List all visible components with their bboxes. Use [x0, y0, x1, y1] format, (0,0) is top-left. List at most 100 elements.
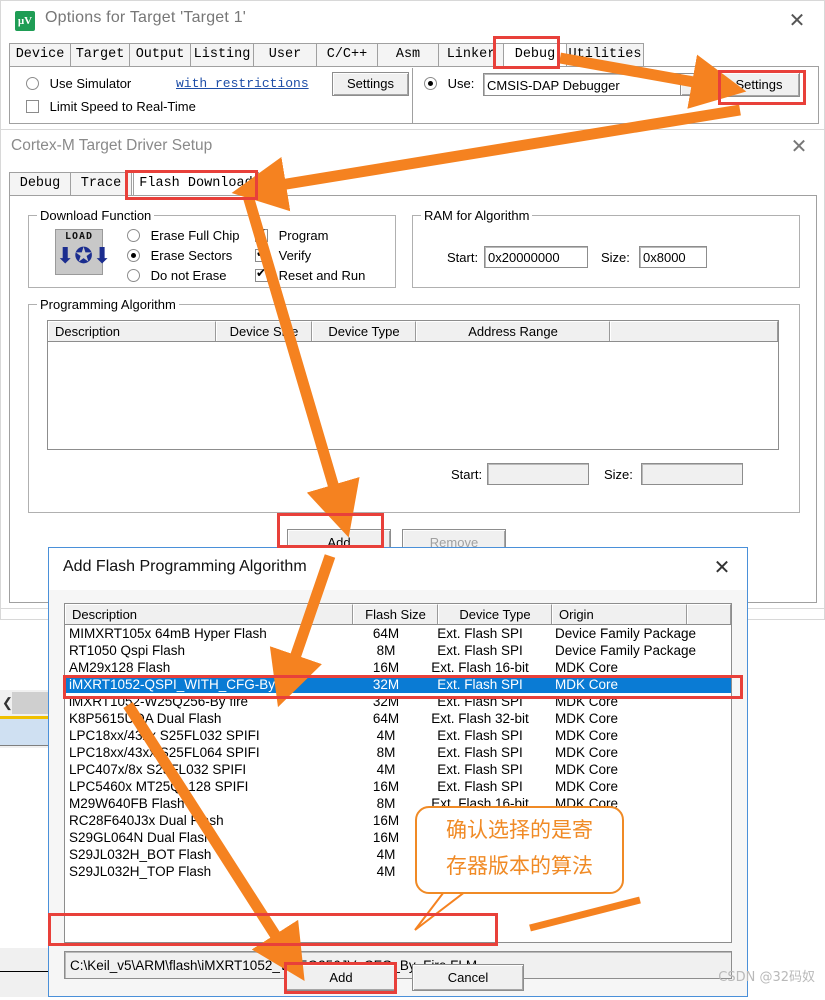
flash-algorithm-row[interactable]: iMXRT1052-QSPI_WITH_CFG-By fire 32M Ext. F… — [65, 676, 731, 693]
row-description: RC28F640J3x Dual Flash — [69, 813, 224, 828]
row-device-type: Ext. Flash SPI — [437, 694, 523, 709]
do-not-erase-label: Do not Erase — [150, 268, 227, 283]
program-checkbox[interactable] — [255, 226, 268, 242]
tab-device[interactable]: Device — [9, 43, 71, 67]
limit-speed-row[interactable]: Limit Speed to Real-Time — [26, 99, 196, 114]
tab-utilities[interactable]: Utilities — [566, 43, 644, 67]
erase-sectors-row[interactable]: Erase Sectors — [127, 248, 232, 263]
close-icon[interactable]: ✕ — [786, 134, 812, 160]
debugger-settings-button[interactable]: Settings — [718, 72, 800, 97]
flash-algorithm-row[interactable]: LPC18xx/43xx S25FL032 SPIFI 4M Ext. Flash … — [65, 727, 731, 744]
flash-algorithm-row[interactable]: LPC18xx/43xx S25FL064 SPIFI 8M Ext. Flash … — [65, 744, 731, 761]
flash-algorithm-row[interactable]: S29GL064N Dual Flash 16M — [65, 829, 731, 846]
column-device-type[interactable]: Device Type — [312, 321, 416, 341]
ram-size-value: 0x8000 — [643, 250, 686, 265]
column-device-type[interactable]: Device Type — [438, 604, 552, 624]
background-tab[interactable] — [12, 692, 52, 714]
flm-path-input[interactable]: C:\Keil_v5\ARM\flash\iMXRT1052_W25Q256JV… — [64, 951, 732, 979]
tab-trace[interactable]: Trace — [70, 172, 132, 196]
tab-asm[interactable]: Asm — [377, 43, 439, 67]
options-tab-strip: Device Target Output Listing User C/C++ … — [9, 43, 819, 67]
reset-and-run-checkbox[interactable] — [255, 266, 268, 282]
column-address-range[interactable]: Address Range — [416, 321, 610, 341]
limit-speed-checkbox[interactable] — [26, 100, 39, 113]
verify-row[interactable]: Verify — [255, 246, 311, 263]
background-editor-area — [0, 748, 52, 948]
flash-algorithm-row[interactable]: K8P5615UQA Dual Flash 64M Ext. Flash 32-bi… — [65, 710, 731, 727]
row-description: iMXRT1052-W25Q256-By fire — [69, 694, 249, 709]
add-button[interactable]: Add — [285, 964, 397, 991]
erase-full-chip-radio[interactable] — [127, 229, 140, 242]
row-origin: Device Family Package — [555, 643, 697, 658]
use-simulator-radio[interactable] — [26, 77, 39, 90]
row-origin: MDK Core — [555, 728, 619, 743]
row-flash-size: 32M — [372, 694, 400, 709]
debugger-select[interactable]: CMSIS-DAP Debugger — [483, 73, 701, 96]
reset-and-run-row[interactable]: Reset and Run — [255, 266, 365, 283]
with-restrictions-link[interactable]: with restrictions — [176, 76, 309, 91]
algo-size-input[interactable] — [641, 463, 743, 485]
flash-algorithm-listview[interactable]: Description Flash Size Device Type Origi… — [64, 603, 732, 943]
add-flash-dialog-title: Add Flash Programming Algorithm — [63, 558, 307, 575]
flash-algorithm-row[interactable]: RT1050 Qspi Flash 8M Ext. Flash SPI Device … — [65, 642, 731, 659]
flash-algorithm-row[interactable]: LPC5460x MT25QL128 SPIFI 16M Ext. Flash SP… — [65, 778, 731, 795]
programming-algorithm-legend: Programming Algorithm — [37, 297, 179, 312]
flash-algorithm-row[interactable]: S29JL032H_BOT Flash 4M — [65, 846, 731, 863]
column-origin[interactable]: Origin — [552, 604, 687, 624]
csdn-watermark: CSDN @32码奴 — [718, 970, 815, 985]
limit-speed-label: Limit Speed to Real-Time — [49, 99, 196, 114]
flash-algorithm-row[interactable]: RC28F640J3x Dual Flash 16M — [65, 812, 731, 829]
tab-listing[interactable]: Listing — [190, 43, 254, 67]
ram-for-algorithm-group: RAM for Algorithm Start: 0x20000000 Size… — [412, 208, 800, 288]
tab-c-cpp[interactable]: C/C++ — [316, 43, 378, 67]
flash-algorithm-row[interactable]: S29JL032H_TOP Flash 4M — [65, 863, 731, 880]
column-device-size[interactable]: Device Size — [216, 321, 312, 341]
erase-full-chip-row[interactable]: Erase Full Chip — [127, 228, 240, 243]
ram-start-input[interactable]: 0x20000000 — [484, 246, 588, 268]
close-icon[interactable]: ✕ — [784, 8, 810, 34]
ram-start-label: Start: — [447, 250, 479, 265]
verify-checkbox[interactable] — [255, 246, 268, 262]
close-icon[interactable]: ✕ — [709, 555, 735, 581]
row-flash-size: 8M — [376, 745, 396, 760]
flash-algorithm-row[interactable]: AM29x128 Flash 16M Ext. Flash 16-bit MDK Co… — [65, 659, 731, 676]
tab-debug[interactable]: Debug — [503, 43, 567, 67]
tab-output[interactable]: Output — [129, 43, 191, 67]
use-debugger-row[interactable]: Use: — [424, 76, 474, 91]
flash-algorithm-row[interactable]: iMXRT1052-W25Q256-By fire 32M Ext. Flash S… — [65, 693, 731, 710]
row-origin: MDK Core — [555, 762, 619, 777]
flash-download-panel: Download Function LOAD ⬇✪⬇ Erase Full Ch… — [9, 195, 817, 603]
listview-header: Description Device Size Device Type Addr… — [48, 321, 778, 342]
tab-flash-download[interactable]: Flash Download — [133, 172, 259, 196]
download-function-legend: Download Function — [37, 208, 155, 223]
program-row[interactable]: Program — [255, 226, 328, 243]
tab-linker[interactable]: Linker — [438, 43, 504, 67]
programming-algorithm-listview[interactable]: Description Device Size Device Type Addr… — [47, 320, 779, 450]
column-description[interactable]: Description — [65, 604, 353, 624]
column-spacer[interactable] — [687, 604, 731, 624]
do-not-erase-radio[interactable] — [127, 269, 140, 282]
programming-algorithm-group: Programming Algorithm Description Device… — [28, 297, 800, 513]
algo-start-label: Start: — [451, 467, 483, 482]
use-simulator-row[interactable]: Use Simulator — [26, 76, 131, 91]
erase-sectors-radio[interactable] — [127, 249, 140, 262]
column-description[interactable]: Description — [48, 321, 216, 341]
use-debugger-radio[interactable] — [424, 77, 437, 90]
column-spacer[interactable] — [610, 321, 778, 341]
tab-debug[interactable]: Debug — [9, 172, 71, 196]
flash-algorithm-row[interactable]: LPC407x/8x S25FL032 SPIFI 4M Ext. Flash SP… — [65, 761, 731, 778]
row-device-type: Ext. Flash SPI — [437, 779, 523, 794]
ram-size-input[interactable]: 0x8000 — [639, 246, 707, 268]
cancel-button[interactable]: Cancel — [412, 964, 524, 991]
chevron-down-icon[interactable]: ▼ — [680, 73, 702, 96]
tab-target[interactable]: Target — [70, 43, 130, 67]
algo-start-input[interactable] — [487, 463, 589, 485]
flash-algorithm-row[interactable]: MIMXRT105x 64mB Hyper Flash 64M Ext. Flash… — [65, 625, 731, 642]
column-flash-size[interactable]: Flash Size — [353, 604, 438, 624]
flash-algorithm-row[interactable]: M29W640FB Flash 8M Ext. Flash 16-bit MDK Co… — [65, 795, 731, 812]
tab-user[interactable]: User — [253, 43, 317, 67]
simulator-settings-button[interactable]: Settings — [332, 72, 409, 96]
do-not-erase-row[interactable]: Do not Erase — [127, 268, 227, 283]
cortex-m-target-driver-setup-window: Cortex-M Target Driver Setup ✕ Debug Tra… — [0, 129, 825, 609]
debug-tab-panel: Use Simulator with restrictions Settings… — [9, 66, 819, 124]
